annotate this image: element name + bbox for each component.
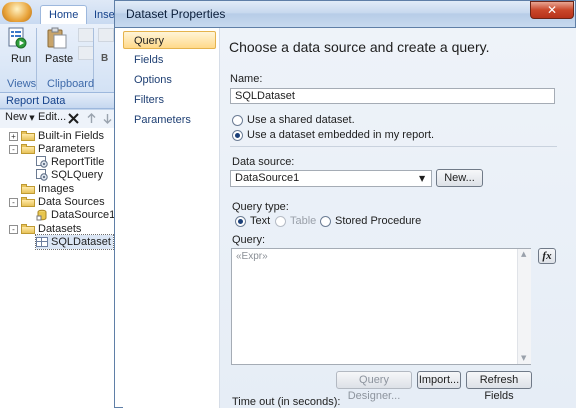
tree-item-reporttitle[interactable]: ReportTitle: [36, 155, 104, 169]
query-textarea[interactable]: [231, 248, 531, 365]
name-label: Name:: [230, 73, 263, 85]
folder-icon: [21, 184, 35, 195]
query-label: Query:: [232, 234, 266, 246]
section-divider: [230, 146, 557, 147]
chevron-down-icon[interactable]: ▼: [419, 174, 425, 183]
tree-item-datasets[interactable]: Datasets: [21, 222, 81, 236]
nav-item-query[interactable]: Query: [123, 31, 216, 49]
edit-button[interactable]: Edit...: [38, 111, 66, 123]
folder-icon: [21, 224, 35, 235]
parameter-icon: [36, 169, 48, 181]
radio-query-type-stored-procedure[interactable]: [320, 216, 331, 227]
tree-item-label: Parameters: [38, 143, 95, 155]
folder-icon: [21, 144, 35, 155]
font-tool-icon[interactable]: [98, 28, 114, 42]
query-type-label: Query type:: [232, 201, 289, 213]
datasource-icon: [36, 209, 47, 221]
radio-shared-dataset[interactable]: [232, 115, 243, 126]
report-data-tree: + Built-in Fields - Parameters ReportTit…: [0, 128, 117, 408]
radio-embedded-dataset-label[interactable]: Use a dataset embedded in my report.: [247, 129, 434, 141]
fx-icon: fx: [542, 250, 552, 262]
radio-embedded-dataset[interactable]: [232, 130, 243, 141]
move-up-icon[interactable]: [87, 113, 96, 124]
refresh-fields-button[interactable]: Refresh Fields: [466, 371, 532, 402]
expression-button[interactable]: fx: [538, 248, 556, 264]
run-report-icon[interactable]: [7, 27, 27, 49]
tree-expander-built-in-fields[interactable]: +: [9, 132, 18, 141]
tab-home[interactable]: Home: [40, 5, 88, 24]
tree-item-images[interactable]: Images: [21, 182, 74, 196]
tree-expander-datasets[interactable]: -: [9, 225, 18, 234]
nav-item-options[interactable]: Options: [134, 71, 172, 89]
data-source-select[interactable]: DataSource1: [230, 170, 432, 187]
tree-item-label: Datasets: [38, 223, 82, 235]
import-button[interactable]: Import...: [417, 371, 461, 389]
close-icon: ✕: [546, 3, 558, 17]
name-field[interactable]: [230, 88, 555, 104]
new-menu-button[interactable]: New ▼: [5, 111, 35, 123]
page-heading: Choose a data source and create a query.: [229, 39, 490, 55]
tree-item-label: Images: [38, 183, 75, 195]
tree-item-parameters[interactable]: Parameters: [21, 142, 95, 156]
new-data-source-button[interactable]: New...: [436, 169, 483, 187]
copy-icon[interactable]: [78, 46, 94, 60]
radio-query-type-stored-procedure-label[interactable]: Stored Procedure: [335, 215, 421, 227]
cut-icon[interactable]: [78, 28, 94, 42]
radio-query-type-table[interactable]: [275, 216, 286, 227]
tree-item-sqldataset[interactable]: SQLDataset: [35, 234, 114, 250]
radio-query-type-text-label[interactable]: Text: [250, 215, 270, 227]
scroll-down-icon[interactable]: ▼: [521, 354, 526, 362]
nav-item-filters[interactable]: Filters: [134, 91, 164, 109]
dialog-title: Dataset Properties: [126, 7, 226, 21]
tree-item-datasource1[interactable]: DataSource1: [36, 208, 115, 222]
tree-item-label: Data Sources: [38, 196, 105, 208]
dataset-icon: [36, 237, 48, 248]
radio-query-type-table-label[interactable]: Table: [290, 215, 316, 227]
data-source-label: Data source:: [232, 156, 295, 168]
new-label: New: [5, 111, 28, 123]
nav-item-fields[interactable]: Fields: [134, 51, 163, 69]
tree-item-data-sources[interactable]: Data Sources: [21, 195, 105, 209]
bold-button[interactable]: B: [101, 53, 108, 64]
parameter-icon: [36, 156, 48, 168]
data-source-value: DataSource1: [235, 172, 300, 184]
delete-x-icon[interactable]: [68, 113, 79, 124]
tree-item-label: ReportTitle: [51, 156, 105, 168]
tree-item-label: SQLDataset: [51, 236, 111, 248]
close-button[interactable]: ✕: [530, 1, 574, 19]
radio-query-type-text[interactable]: [235, 216, 246, 227]
paste-icon[interactable]: [45, 27, 69, 49]
run-button-label[interactable]: Run: [11, 53, 31, 65]
paste-button-label[interactable]: Paste: [45, 53, 73, 65]
tree-item-label: Built-in Fields: [38, 130, 105, 142]
query-scrollbar[interactable]: ▲ ▼: [517, 249, 531, 364]
folder-icon: [21, 197, 35, 208]
tree-expander-parameters[interactable]: -: [9, 145, 18, 154]
radio-shared-dataset-label[interactable]: Use a shared dataset.: [247, 114, 355, 126]
scroll-up-icon[interactable]: ▲: [521, 250, 526, 258]
move-down-icon[interactable]: [103, 113, 112, 124]
tree-item-label: DataSource1: [51, 209, 116, 221]
dropdown-arrow-icon: ▼: [27, 114, 35, 122]
folder-icon: [21, 131, 35, 142]
tree-item-built-in-fields[interactable]: Built-in Fields: [21, 129, 104, 143]
timeout-label: Time out (in seconds):: [232, 396, 341, 408]
tree-item-label: SQLQuery: [51, 169, 103, 181]
ribbon-group-clipboard-label: Clipboard: [47, 78, 95, 90]
query-designer-button[interactable]: Query Designer...: [336, 371, 412, 402]
nav-item-parameters[interactable]: Parameters: [134, 111, 191, 129]
query-placeholder: «Expr»: [236, 251, 268, 262]
application-button[interactable]: [2, 2, 32, 22]
tree-item-sqlquery[interactable]: SQLQuery: [36, 168, 103, 182]
report-data-header: Report Data: [0, 93, 117, 109]
ribbon-group-views-label: Views: [7, 78, 37, 90]
tree-expander-data-sources[interactable]: -: [9, 198, 18, 207]
